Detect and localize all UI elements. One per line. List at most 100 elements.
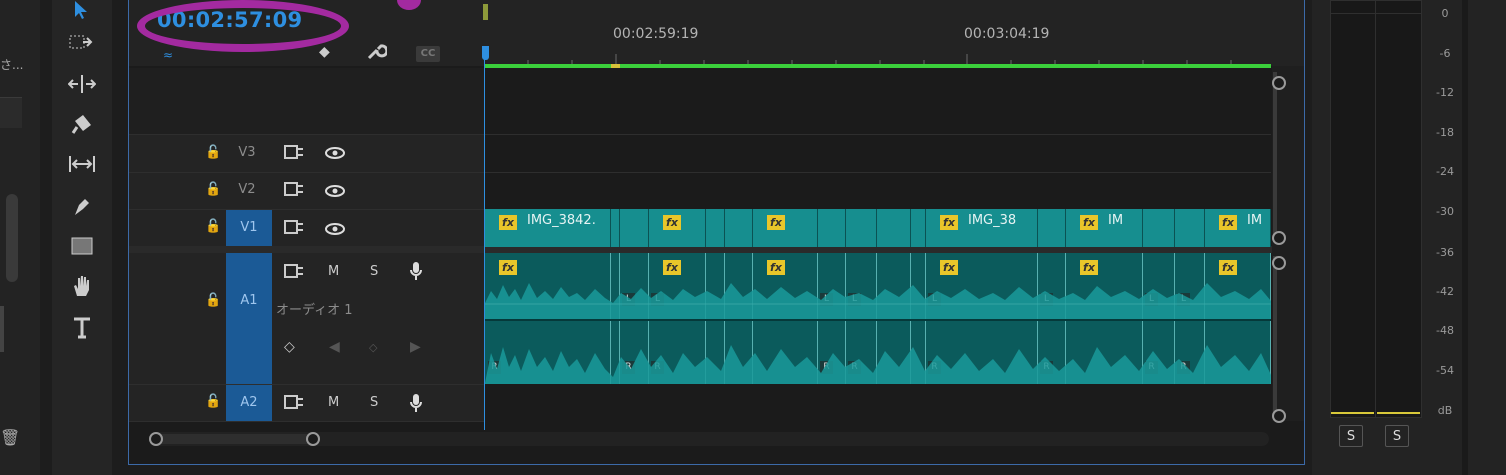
slip-tool-icon[interactable] xyxy=(66,148,98,180)
zoom-handle-right[interactable] xyxy=(306,432,320,446)
meter-level-left xyxy=(1331,412,1374,414)
vertical-scrollbar[interactable] xyxy=(1273,256,1277,418)
microphone-icon[interactable] xyxy=(409,393,423,417)
track-name-selected[interactable]: A1 xyxy=(226,253,272,384)
sync-lock-icon[interactable] xyxy=(284,263,304,283)
video-audio-divider[interactable] xyxy=(129,246,1304,253)
add-marker-icon[interactable]: ◆ xyxy=(319,44,330,60)
razor-tool-icon[interactable] xyxy=(66,108,98,140)
captions-icon[interactable]: CC xyxy=(416,46,440,62)
track-name[interactable]: V3 xyxy=(227,145,267,160)
video-clip[interactable] xyxy=(818,209,846,247)
next-keyframe-icon[interactable]: ▶ xyxy=(410,339,421,355)
sync-lock-icon[interactable] xyxy=(284,181,304,201)
db-tick-label: -12 xyxy=(1436,86,1454,99)
track-name-selected[interactable]: A2 xyxy=(226,385,272,421)
clip-name: IMG_3842. xyxy=(527,213,596,228)
solo-right-button[interactable]: S xyxy=(1385,425,1409,447)
video-clip[interactable] xyxy=(846,209,877,247)
video-clip[interactable] xyxy=(911,209,926,247)
video-clip[interactable] xyxy=(620,209,649,247)
vertical-scrollbar[interactable] xyxy=(1273,72,1277,242)
add-keyframe-icon[interactable]: ◇ xyxy=(369,341,377,354)
lock-icon[interactable]: 🔓 xyxy=(205,394,221,409)
track-label[interactable]: オーディオ 1 xyxy=(276,299,353,318)
db-tick-label: -54 xyxy=(1436,364,1454,377)
truncated-label: さ... xyxy=(0,58,24,72)
track-header-v3: 🔓 V3 xyxy=(129,135,484,173)
lock-icon[interactable]: 🔓 xyxy=(205,145,221,160)
solo-left-button[interactable]: S xyxy=(1339,425,1363,447)
fx-badge[interactable]: fx xyxy=(767,215,785,230)
snap-icon[interactable]: ≈ xyxy=(163,48,173,62)
eye-icon[interactable] xyxy=(325,183,345,202)
db-unit-label: dB xyxy=(1437,404,1453,417)
mute-button[interactable]: M xyxy=(328,264,339,279)
zoom-handle-left[interactable] xyxy=(149,432,163,446)
video-clip[interactable] xyxy=(1038,209,1066,247)
lock-icon[interactable]: 🔓 xyxy=(205,182,221,197)
hand-tool-icon[interactable] xyxy=(66,270,98,302)
trash-icon[interactable]: 🗑 xyxy=(0,428,20,447)
video-clip[interactable] xyxy=(877,209,911,247)
scroll-handle-top[interactable] xyxy=(1272,256,1286,270)
video-clip[interactable]: fx IM xyxy=(1205,209,1271,247)
wrench-icon[interactable] xyxy=(365,40,389,66)
video-clip[interactable]: fx IMG_3842. xyxy=(485,209,611,247)
track-name[interactable]: V2 xyxy=(227,182,267,197)
track-select-forward-icon[interactable] xyxy=(66,27,98,59)
lock-icon[interactable]: 🔓 xyxy=(205,219,221,234)
rectangle-tool-icon[interactable] xyxy=(66,230,98,262)
db-tick-label: 0 xyxy=(1441,7,1449,20)
db-tick-label: -18 xyxy=(1436,126,1454,139)
sync-lock-icon[interactable] xyxy=(284,144,304,164)
scroll-handle-bottom[interactable] xyxy=(1272,231,1286,245)
lock-icon[interactable]: 🔓 xyxy=(205,293,221,308)
video-clip[interactable]: fx xyxy=(753,209,818,247)
video-clip[interactable] xyxy=(1175,209,1205,247)
video-clip[interactable] xyxy=(611,209,620,247)
track-line xyxy=(484,172,1271,173)
video-clip[interactable] xyxy=(1143,209,1175,247)
fx-badge[interactable]: fx xyxy=(1080,215,1098,230)
type-tool-icon[interactable] xyxy=(66,312,98,344)
selection-tool-icon[interactable] xyxy=(66,0,98,26)
video-clip[interactable] xyxy=(706,209,725,247)
playhead-line[interactable] xyxy=(484,58,485,430)
eye-icon[interactable] xyxy=(325,221,345,240)
fx-badge[interactable]: fx xyxy=(499,215,517,230)
fx-badge[interactable]: fx xyxy=(940,215,958,230)
sync-lock-icon[interactable] xyxy=(284,394,304,414)
marker-indicator xyxy=(483,4,488,20)
track-header-v1: 🔓 V1 xyxy=(129,210,484,247)
track-name-selected[interactable]: V1 xyxy=(226,210,272,246)
scroll-handle-bottom[interactable] xyxy=(1272,409,1286,423)
scrollbar-thumb[interactable] xyxy=(6,194,18,282)
ripple-edit-tool-icon[interactable] xyxy=(66,68,98,100)
time-ruler[interactable] xyxy=(484,44,1274,66)
clip-name: IM xyxy=(1247,213,1263,228)
fx-badge[interactable]: fx xyxy=(1219,215,1237,230)
audio-waveform xyxy=(485,283,1271,384)
microphone-icon[interactable] xyxy=(409,261,423,285)
solo-button[interactable]: S xyxy=(370,264,378,279)
track-header-v2: 🔓 V2 xyxy=(129,173,484,210)
scrollbar-thumb-secondary[interactable] xyxy=(0,306,4,352)
video-clip[interactable]: fx IM xyxy=(1066,209,1143,247)
video-clip[interactable]: fx xyxy=(649,209,706,247)
horizontal-scroll-thumb[interactable] xyxy=(156,434,314,444)
pen-tool-icon[interactable] xyxy=(66,190,98,222)
video-clip[interactable] xyxy=(725,209,753,247)
timeline-panel: 00:02:57:09 ≈ ◆ CC 00:02:59:19 00:03:04:… xyxy=(128,0,1305,465)
fx-badge[interactable]: fx xyxy=(663,215,681,230)
meter-divider xyxy=(1331,13,1421,14)
previous-keyframe-icon[interactable]: ◀ xyxy=(329,339,340,355)
sync-lock-icon[interactable] xyxy=(284,219,304,239)
mute-button[interactable]: M xyxy=(328,395,339,410)
work-area-bar[interactable] xyxy=(484,64,1271,68)
eye-icon[interactable] xyxy=(325,145,345,164)
scroll-handle-top[interactable] xyxy=(1272,76,1286,90)
keyframe-icon[interactable]: ◇ xyxy=(284,339,295,355)
solo-button[interactable]: S xyxy=(370,395,378,410)
video-clip[interactable]: fx IMG_38 xyxy=(926,209,1038,247)
